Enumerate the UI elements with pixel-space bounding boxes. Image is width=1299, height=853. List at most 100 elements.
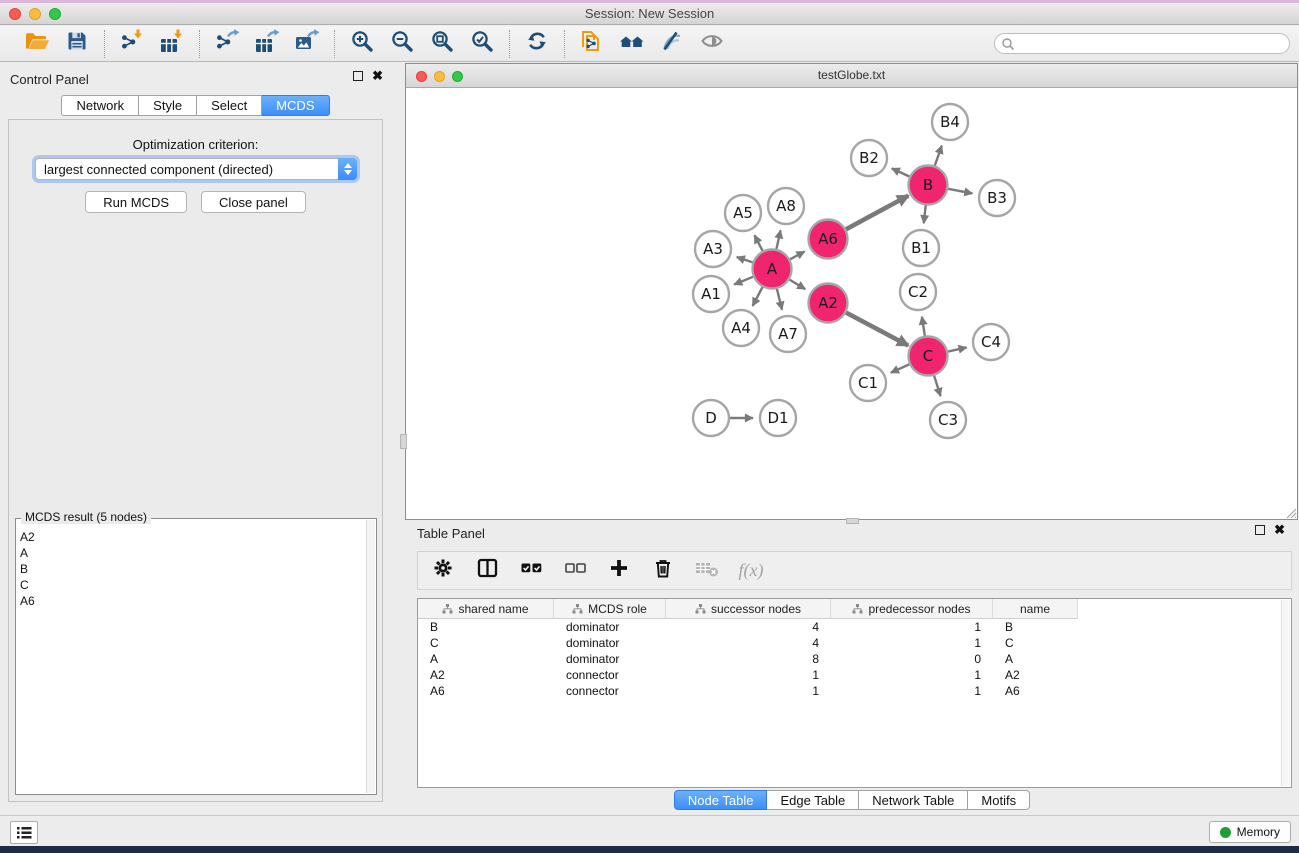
zoom-fit-button[interactable]	[425, 29, 459, 59]
node-A7[interactable]: A7	[770, 316, 806, 352]
run-mcds-button[interactable]: Run MCDS	[85, 191, 187, 213]
table-cell[interactable]: connector	[554, 667, 666, 683]
hide-details-button[interactable]	[655, 29, 689, 59]
resize-grip-icon[interactable]	[1285, 506, 1297, 518]
node-C2[interactable]: C2	[900, 274, 936, 310]
table-cell[interactable]: A2	[418, 667, 554, 683]
float-panel-icon[interactable]	[353, 71, 363, 81]
panel-splitter-handle[interactable]	[400, 434, 407, 449]
table-cell[interactable]: 1	[666, 667, 831, 683]
node-C4[interactable]: C4	[973, 324, 1009, 360]
mcds-result-list[interactable]: A2ABCA6	[20, 529, 364, 792]
edge-C-C2[interactable]	[922, 317, 925, 336]
main-titlebar[interactable]: Session: New Session	[0, 3, 1299, 25]
node-A3[interactable]: A3	[695, 231, 731, 267]
float-table-panel-icon[interactable]	[1255, 525, 1265, 535]
node-A2[interactable]: A2	[809, 284, 848, 323]
table-cell[interactable]: 1	[831, 683, 993, 699]
edge-A-A2[interactable]	[790, 280, 806, 290]
tab-mcds[interactable]: MCDS	[262, 95, 329, 116]
export-image-button[interactable]	[290, 29, 324, 59]
node-A8[interactable]: A8	[768, 188, 804, 224]
edge-A6-B[interactable]	[846, 196, 908, 230]
memory-button[interactable]: Memory	[1209, 821, 1291, 843]
close-table-panel-icon[interactable]: ✖	[1274, 525, 1285, 535]
table-cell[interactable]: C	[993, 635, 1078, 651]
node-D[interactable]: D	[693, 400, 729, 436]
node-A1[interactable]: A1	[693, 276, 729, 312]
edge-A2-C[interactable]	[846, 313, 908, 346]
save-session-button[interactable]	[60, 29, 94, 59]
search-box[interactable]	[994, 33, 1290, 54]
import-network-button[interactable]	[115, 29, 149, 59]
zoom-out-button[interactable]	[385, 29, 419, 59]
table-cell[interactable]: 4	[666, 635, 831, 651]
node-A6[interactable]: A6	[809, 220, 848, 259]
table-cell[interactable]: 1	[831, 635, 993, 651]
tab-select[interactable]: Select	[197, 95, 262, 116]
result-item[interactable]: B	[20, 561, 364, 577]
node-B4[interactable]: B4	[932, 104, 968, 140]
result-item[interactable]: A2	[20, 529, 364, 545]
table-row[interactable]: Cdominator41C	[418, 635, 1291, 651]
table-cell[interactable]: B	[993, 619, 1078, 635]
table-cell[interactable]: dominator	[554, 635, 666, 651]
node-B[interactable]: B	[909, 166, 948, 205]
edge-C-C3[interactable]	[934, 376, 940, 397]
open-file-button[interactable]	[20, 29, 54, 59]
table-row[interactable]: Adominator80A	[418, 651, 1291, 667]
first-neighbors-button[interactable]	[615, 29, 649, 59]
edge-A-A7[interactable]	[777, 289, 782, 310]
hide-all-columns-button[interactable]	[562, 557, 588, 585]
tab-style[interactable]: Style	[139, 95, 197, 116]
column-header-successor-nodes[interactable]: successor nodes	[666, 599, 831, 619]
import-table-button[interactable]	[155, 29, 189, 59]
table-cell[interactable]: A2	[993, 667, 1078, 683]
show-details-button[interactable]	[695, 29, 729, 59]
node-D1[interactable]: D1	[760, 400, 796, 436]
export-network-button[interactable]	[210, 29, 244, 59]
edge-B-B1[interactable]	[924, 205, 926, 223]
table-cell[interactable]: B	[418, 619, 554, 635]
table-settings-button[interactable]	[430, 557, 456, 585]
edge-A-A3[interactable]	[737, 257, 753, 262]
result-item[interactable]: A6	[20, 593, 364, 609]
edge-A-A1[interactable]	[734, 277, 753, 285]
show-all-columns-button[interactable]	[518, 557, 544, 585]
column-header-shared-name[interactable]: shared name	[418, 599, 554, 619]
zoom-selected-button[interactable]	[465, 29, 499, 59]
edge-A-A5[interactable]	[755, 235, 763, 251]
task-history-button[interactable]	[10, 821, 38, 844]
table-scrollbar[interactable]	[1281, 600, 1290, 786]
optimization-criterion-select[interactable]: largest connected component (directed)	[35, 158, 357, 180]
node-B3[interactable]: B3	[979, 180, 1015, 216]
network-graph[interactable]: AA1A2A3A4A5A6A7A8BB1B2B3B4CC1C2C3C4DD1	[407, 89, 1296, 519]
network-from-selection-button[interactable]	[575, 29, 609, 59]
column-header-predecessor-nodes[interactable]: predecessor nodes	[831, 599, 993, 619]
node-A4[interactable]: A4	[723, 310, 759, 346]
table-cell[interactable]: 8	[666, 651, 831, 667]
node-A[interactable]: A	[753, 250, 792, 289]
tab-node-table[interactable]: Node Table	[674, 790, 768, 810]
close-panel-icon[interactable]: ✖	[372, 71, 383, 81]
node-B2[interactable]: B2	[851, 140, 887, 176]
edge-C-C1[interactable]	[891, 364, 910, 372]
node-B1[interactable]: B1	[903, 230, 939, 266]
table-cell[interactable]: 1	[666, 683, 831, 699]
column-view-button[interactable]	[474, 557, 500, 585]
table-cell[interactable]: connector	[554, 683, 666, 699]
refresh-layout-button[interactable]	[520, 29, 554, 59]
edge-A-A6[interactable]	[790, 252, 805, 260]
result-item[interactable]: A	[20, 545, 364, 561]
node-C1[interactable]: C1	[850, 365, 886, 401]
edge-A-A8[interactable]	[776, 230, 780, 249]
network-canvas[interactable]: AA1A2A3A4A5A6A7A8BB1B2B3B4CC1C2C3C4DD1	[407, 89, 1296, 519]
table-row[interactable]: A6connector11A6	[418, 683, 1291, 699]
table-row[interactable]: Bdominator41B	[418, 619, 1291, 635]
network-window-titlebar[interactable]: testGlobe.txt	[406, 64, 1297, 88]
export-table-button[interactable]	[250, 29, 284, 59]
node-C[interactable]: C	[909, 337, 948, 376]
add-column-button[interactable]	[606, 557, 632, 585]
table-cell[interactable]: 4	[666, 619, 831, 635]
table-cell[interactable]: A	[418, 651, 554, 667]
